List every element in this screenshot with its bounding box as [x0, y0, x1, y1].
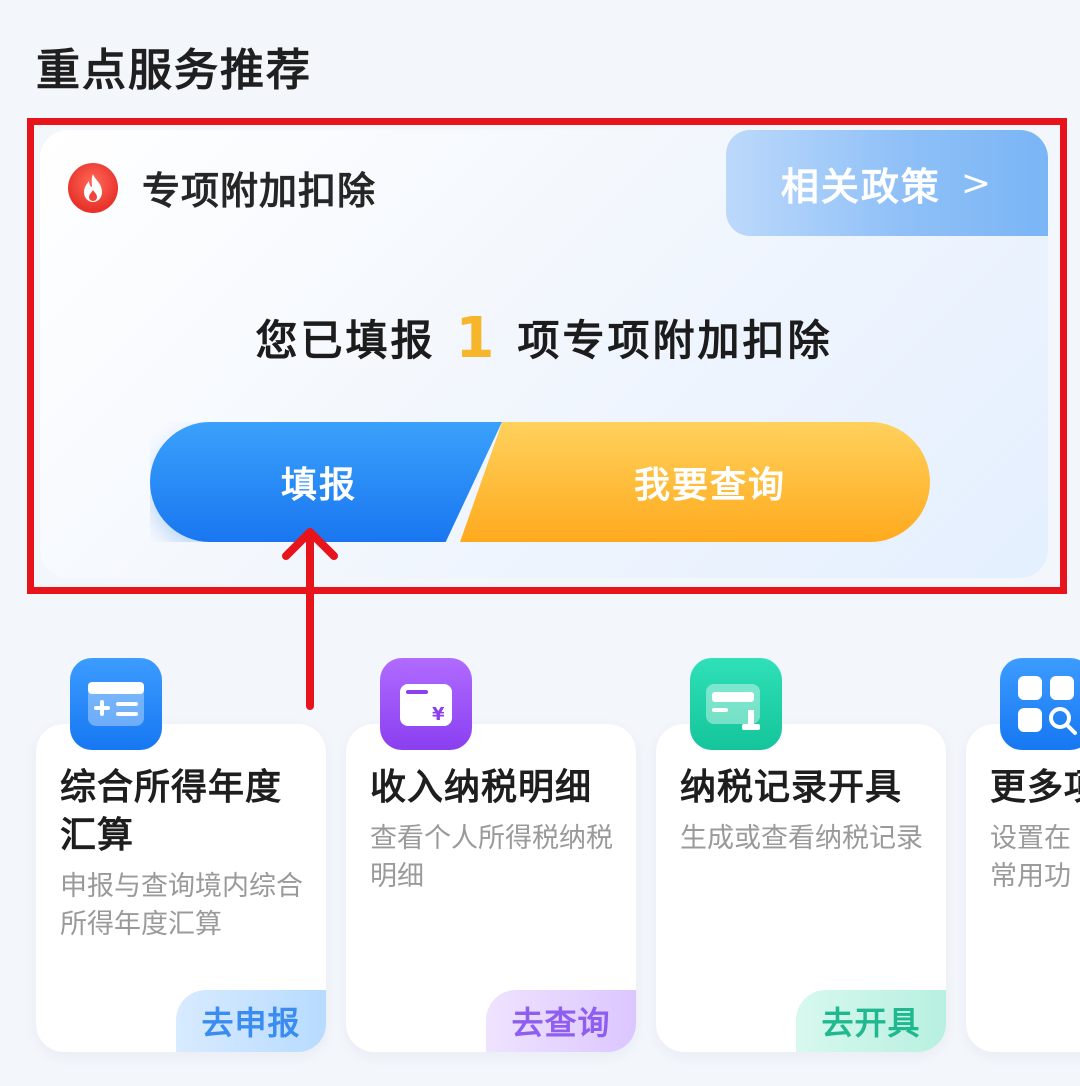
service-title: 收入纳税明细 — [370, 767, 593, 808]
service-card-tax-record[interactable]: 纳税记录开具 生成或查看纳税记录 去开具 — [656, 640, 946, 1052]
highlight-frame — [27, 118, 1067, 594]
annotation-arrow-icon — [282, 528, 338, 710]
service-title: 纳税记录开具 — [680, 767, 903, 808]
svg-text:¥: ¥ — [432, 704, 445, 725]
service-desc: 查看个人所得税纳税明细 — [370, 823, 613, 892]
go-issue-button[interactable]: 去开具 — [796, 990, 946, 1052]
page: 重点服务推荐 专项附加扣除 相关政策 > 您已填报 1 项专项附加扣除 我要查询 填… — [0, 0, 1080, 1086]
service-desc: 申报与查询境内综合所得年度汇算 — [60, 871, 303, 940]
service-card-income-detail[interactable]: ¥ 收入纳税明细 查看个人所得税纳税明细 去查询 — [346, 640, 636, 1052]
service-title: 更多项 — [990, 767, 1080, 808]
service-title: 综合所得年度汇算 — [60, 767, 283, 856]
go-query-button[interactable]: 去查询 — [486, 990, 636, 1052]
section-title: 重点服务推荐 — [36, 45, 312, 96]
go-report-button[interactable]: 去申报 — [176, 990, 326, 1052]
service-card-more[interactable]: 更多项 设置在常用功 — [966, 640, 1080, 1052]
service-desc: 生成或查看纳税记录 — [680, 823, 923, 854]
tax-report-icon — [70, 658, 162, 750]
more-apps-icon — [1000, 658, 1080, 750]
tax-record-icon — [690, 658, 782, 750]
income-detail-icon: ¥ — [380, 658, 472, 750]
service-desc: 设置在常用功 — [990, 823, 1071, 892]
